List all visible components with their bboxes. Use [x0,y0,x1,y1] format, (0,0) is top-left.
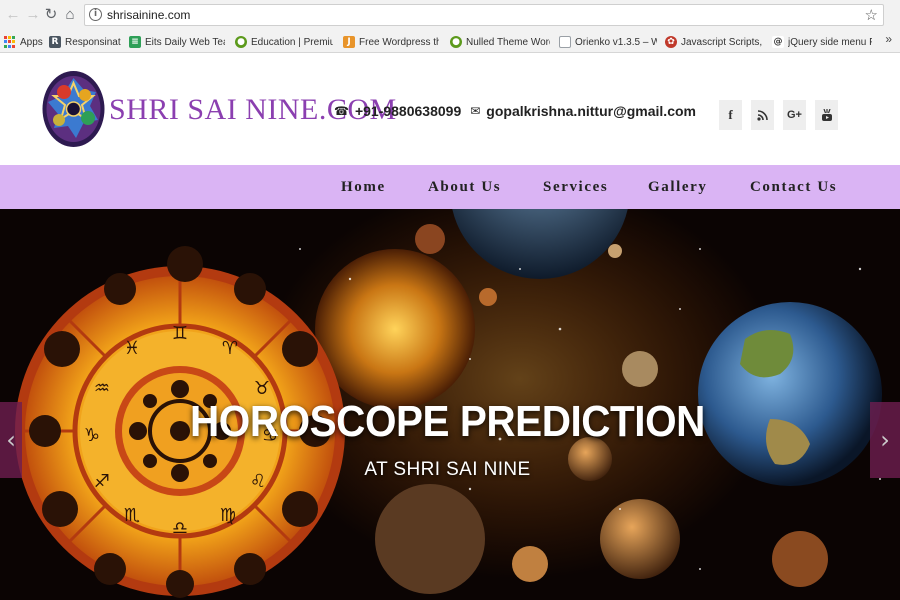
bookmark-orienko[interactable]: Orienko v1.3.5 – Woo [559,34,657,50]
sheet-icon: ≡ [129,36,141,48]
doc-icon [559,36,571,48]
info-icon[interactable]: i [89,8,102,21]
svg-text:♍: ♍ [220,505,236,526]
url-text[interactable]: shrisainine.com [107,8,190,22]
j-icon: J [343,36,355,48]
svg-text:♉: ♉ [254,378,270,399]
slider-next-button[interactable]: › [870,402,900,478]
svg-text:♓: ♓ [124,338,140,359]
site-header: SHRI SAI NINE.COM ☎ +91-9880638099 ✉ gop… [0,54,900,165]
google-plus-icon[interactable]: G+ [783,100,806,130]
svg-text:♏: ♏ [124,505,140,526]
back-button[interactable]: ← [4,6,22,24]
svg-text:♎: ♎ [172,518,188,539]
phone-icon: ☎ [334,104,349,118]
bookmark-javascript[interactable]: ✿ Javascript Scripts, Fre [665,34,762,50]
bookmark-nulled[interactable]: ● Nulled Theme Wordp [450,34,550,50]
svg-text:♒: ♒ [94,378,110,399]
flower-icon: ✿ [665,36,677,48]
nav-about-us[interactable]: About Us [428,179,501,196]
bookmark-jquery[interactable]: @ jQuery side menu Plu [772,34,872,50]
responsinator-icon: R [49,36,61,48]
star-icon[interactable]: ☆ [865,6,878,24]
forward-button[interactable]: → [24,6,42,24]
hero-subtitle: AT SHRI SAI NINE [364,459,531,480]
bookmark-education[interactable]: ● Education | Premium [235,34,333,50]
bookmark-wordpress[interactable]: J Free Wordpress them [343,34,439,50]
main-nav: Home About Us Services Gallery Contact U… [0,165,900,209]
contact-info: ☎ +91-9880638099 ✉ gopalkrishna.nittur@g… [334,103,696,119]
youtube-icon[interactable] [815,100,838,130]
nav-home[interactable]: Home [341,179,386,196]
slider-prev-button[interactable]: ‹ [0,402,22,478]
email-address[interactable]: gopalkrishna.nittur@gmail.com [486,103,696,119]
browser-toolbar: ← → ↻ ⌂ i shrisainine.com ☆ [0,0,900,30]
envelope-icon: ✉ [470,104,481,118]
spiral-icon: @ [772,36,784,48]
reload-button[interactable]: ↻ [42,6,60,24]
nav-contact-us[interactable]: Contact Us [750,179,837,196]
svg-text:♈: ♈ [222,338,238,359]
chevron-left-icon: ‹ [6,426,16,454]
hero-slider: ♊ ♈ ♉ ♋ ♌ ♍ ♎ ♏ ♐ ♑ ♒ ♓ HOROSCOPE PREDICTION AT … [0,209,900,600]
bookmarks-bar: Apps R Responsinator ≡ Eits Daily Web Te… [0,30,900,53]
address-bar[interactable]: i shrisainine.com ☆ [84,4,884,26]
more-bookmarks-button[interactable]: » [885,32,892,46]
bookmark-eits[interactable]: ≡ Eits Daily Web Team [129,34,225,50]
bookmark-responsinator[interactable]: R Responsinator [49,34,121,50]
apps-grid-icon [4,36,16,48]
svg-text:♊: ♊ [172,323,188,344]
facebook-icon[interactable]: f [719,100,742,130]
logo-emblem-icon[interactable] [42,70,105,148]
bookmark-apps[interactable]: Apps [4,34,44,50]
home-button[interactable]: ⌂ [61,6,79,24]
social-links: f G+ [719,100,838,130]
rss-icon[interactable] [751,100,774,130]
nav-gallery[interactable]: Gallery [648,179,708,196]
leaf-icon: ● [235,36,247,48]
leaf-icon: ● [450,36,462,48]
chevron-right-icon: › [880,426,890,454]
hero-title: HOROSCOPE PREDICTION [190,397,705,446]
phone-number[interactable]: +91-9880638099 [355,103,461,119]
nav-services[interactable]: Services [543,179,608,196]
